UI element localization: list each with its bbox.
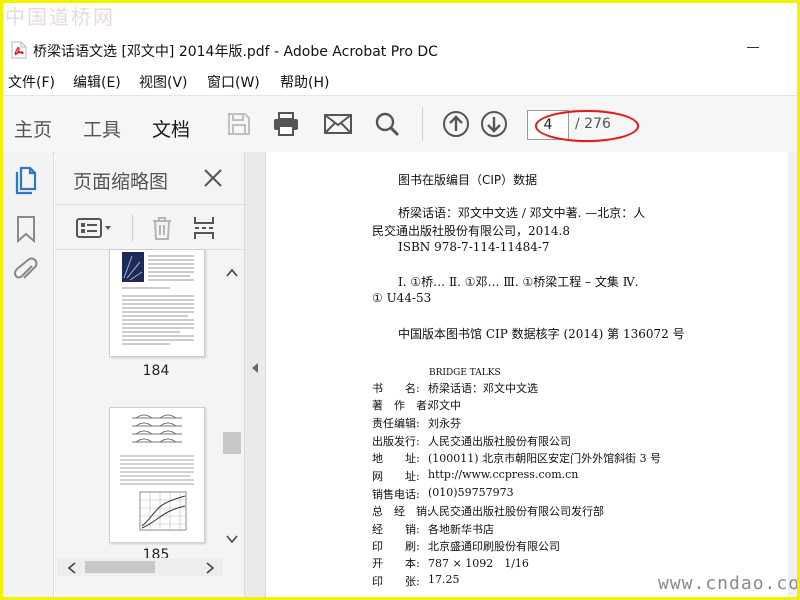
scroll-up-icon[interactable] (226, 268, 238, 278)
classification-line: ① U44-53 (372, 291, 432, 305)
thumbnail-list: 184 185 (55, 249, 244, 561)
credit-label: 地 址: (372, 452, 420, 465)
watermark-bottom: www.cndao.com (658, 573, 797, 594)
email-button[interactable] (323, 109, 353, 139)
insert-pages-icon[interactable] (192, 215, 216, 241)
attachment-icon (13, 257, 38, 279)
credit-value: 北京盛通印刷股份有限公司 (428, 540, 560, 553)
pages-icon (15, 166, 37, 195)
credit-value: http://www.ccpress.com.cn (428, 468, 579, 481)
search-button[interactable] (372, 109, 402, 139)
window-title: 桥梁话语文选 [邓文中] 2014年版.pdf - Adobe Acrobat … (33, 44, 438, 60)
credit-value: 人民交通出版社股份有限公司发行部 (428, 505, 604, 518)
save-button[interactable] (224, 109, 254, 139)
document-page: 图书在版编目（CIP）数据 桥梁话语：邓文中文选 / 邓文中著. —北京：人 民… (266, 152, 797, 597)
credit-value: 787 × 1092 1/16 (428, 557, 529, 570)
tab-tools[interactable]: 工具 (83, 115, 121, 142)
credit-value: 刘永芬 (428, 417, 461, 430)
horizontal-scroll-thumb[interactable] (85, 561, 155, 573)
classification-line: Ⅰ. ①桥… Ⅱ. ①邓… Ⅲ. ①桥梁工程 – 文集 Ⅳ. (398, 275, 639, 289)
thumbnail-vertical-scrollbar[interactable] (223, 260, 243, 560)
print-icon (274, 112, 298, 136)
email-icon (324, 114, 352, 134)
credit-value: 各地新华书店 (428, 523, 494, 536)
credit-label: 出版发行: (372, 435, 420, 448)
save-icon (228, 113, 250, 135)
scroll-left-icon[interactable] (67, 562, 77, 574)
credit-label: 印 张: (372, 575, 420, 588)
menu-view[interactable]: 视图(V) (139, 72, 188, 92)
thumbnail-toolbar (55, 204, 244, 250)
credit-label: 开 本: (372, 557, 420, 570)
bookmark-icon (17, 216, 35, 243)
vertical-scroll-thumb[interactable] (223, 432, 241, 454)
panel-collapse-strip[interactable] (245, 152, 266, 597)
tab-home[interactable]: 主页 (14, 115, 52, 142)
menu-edit[interactable]: 编辑(E) (73, 72, 121, 92)
page-thumbnail-184[interactable] (109, 249, 205, 357)
menu-help[interactable]: 帮助(H) (280, 72, 329, 92)
right-scroll-edge (788, 152, 797, 597)
tab-document[interactable]: 文档 (152, 115, 191, 156)
app-window: 中国道桥网 桥梁话语文选 [邓文中] 2014年版.pdf - Adobe Ac… (3, 3, 797, 597)
credit-value: 邓文中 (428, 399, 461, 412)
page-thumbnail-185[interactable] (109, 407, 205, 543)
cip-number: 中国版本图书馆 CIP 数据核字 (2014) 第 136072 号 (398, 327, 685, 341)
credit-label: 责任编辑: (372, 417, 420, 430)
english-title: BRIDGE TALKS (429, 368, 501, 378)
credit-value: 桥梁话语：邓文中文选 (428, 382, 538, 395)
watermark-top: 中国道桥网 (5, 5, 115, 29)
close-icon[interactable] (203, 168, 223, 188)
next-page-icon (481, 111, 507, 137)
menu-file[interactable]: 文件(F) (8, 72, 55, 92)
title-bar: 桥梁话语文选 [邓文中] 2014年版.pdf - Adobe Acrobat … (3, 35, 797, 65)
thumbnail-panel: 页面缩略图 184 185 (55, 152, 245, 597)
scroll-down-icon[interactable] (226, 534, 238, 544)
credit-label: 书 名: (372, 382, 420, 395)
thumbnail-content (120, 414, 194, 531)
credit-value: (100011) 北京市朝阳区安定门外外馆斜街 3 号 (428, 452, 662, 465)
next-page-button[interactable] (479, 109, 509, 139)
minimize-button[interactable] (747, 35, 761, 49)
credit-label: 印 刷: (372, 540, 420, 553)
credit-label: 著 作 者: (372, 399, 431, 412)
thumbnail-horizontal-scrollbar[interactable] (57, 558, 223, 576)
toolbar-separator (422, 107, 423, 141)
collapse-panel-icon[interactable] (251, 362, 259, 374)
pdf-file-icon (11, 41, 27, 59)
print-button[interactable] (271, 109, 301, 139)
menu-window[interactable]: 窗口(W) (207, 72, 260, 92)
attachments-button[interactable] (12, 256, 40, 286)
panel-title: 页面缩略图 (73, 171, 169, 193)
bookmarks-button[interactable] (12, 214, 40, 244)
left-navigation-rail (3, 152, 54, 597)
menu-bar: 文件(F) 编辑(E) 视图(V) 窗口(W) 帮助(H) (3, 69, 797, 93)
delete-icon[interactable] (150, 215, 174, 241)
cip-line: ISBN 978-7-114-11484-7 (398, 240, 550, 254)
tool-separator (132, 215, 133, 241)
thumbnail-content (122, 252, 194, 345)
credit-label: 总 经 销: (372, 505, 431, 518)
cip-line: 桥梁话语：邓文中文选 / 邓文中著. —北京：人 (398, 206, 646, 220)
credit-value: 人民交通出版社股份有限公司 (428, 435, 571, 448)
credit-label: 销售电话: (372, 488, 420, 501)
credit-label: 经 销: (372, 523, 420, 536)
prev-page-icon (443, 111, 469, 137)
cip-header: 图书在版编目（CIP）数据 (398, 173, 538, 187)
credit-label: 网 址: (372, 470, 420, 483)
cip-line: 民交通出版社股份有限公司，2014.8 (372, 224, 570, 238)
toolbar: 主页 工具 文档 4 / 276 (3, 95, 797, 156)
scroll-right-icon[interactable] (205, 562, 215, 574)
thumb-options-icon[interactable] (75, 217, 115, 239)
search-icon (375, 112, 400, 137)
credit-value: (010)59757973 (428, 486, 514, 499)
page-thumbnails-button[interactable] (12, 166, 40, 196)
thumbnail-page-number: 184 (142, 363, 170, 379)
credit-value: 17.25 (428, 573, 460, 586)
annotation-circle (535, 110, 639, 142)
prev-page-button[interactable] (441, 109, 471, 139)
